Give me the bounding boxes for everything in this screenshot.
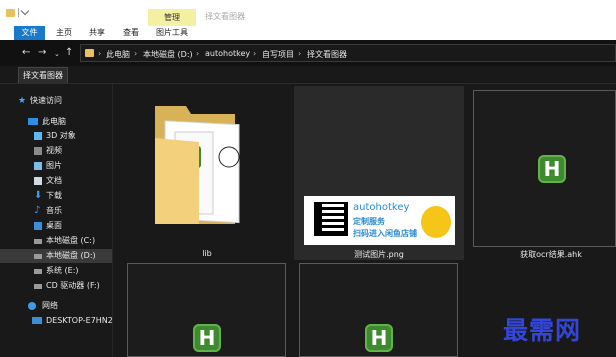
thumbnail-text: autohotkey (353, 202, 410, 213)
nav-item-drive-c[interactable]: 本地磁盘 (C:) (34, 234, 96, 248)
context-group-manage[interactable]: 管理 (148, 9, 196, 26)
chevron-right-icon[interactable]: › (298, 49, 301, 58)
star-icon: ★ (18, 96, 27, 106)
forward-arrow-icon[interactable]: → (38, 48, 46, 58)
download-icon: ⬇ (34, 190, 43, 201)
nav-item-documents[interactable]: 文档 (34, 174, 62, 188)
cd-icon (34, 284, 42, 289)
ribbon-tabs: 文件 主页 共享 查看 图片工具 (0, 26, 616, 41)
nav-item-label: 本地磁盘 (D:) (46, 251, 96, 260)
chevron-right-icon[interactable]: › (196, 49, 199, 58)
network-icon (28, 302, 36, 310)
nav-item-label: DESKTOP-E7HN2I (46, 316, 116, 325)
nav-item-desktop[interactable]: 桌面 (34, 219, 62, 233)
music-icon: ♪ (34, 205, 41, 216)
back-arrow-icon[interactable]: ← (22, 48, 30, 58)
nav-item-videos[interactable]: 视频 (34, 144, 62, 158)
chevron-right-icon[interactable]: › (134, 49, 137, 58)
nav-item-label: 音乐 (46, 206, 62, 215)
pc-icon (28, 118, 38, 125)
folder-tab-strip: 择文看图器 (0, 66, 616, 84)
nav-item-label: 下载 (46, 191, 62, 200)
watermark-logo: 最需网 (503, 316, 582, 345)
file-item-script[interactable]: H (299, 263, 458, 357)
nav-item-label: 此电脑 (42, 117, 66, 126)
navigation-bar: ← → ⌄ ↑ › 此电脑 › 本地磁盘 (D:) › autohotkey ›… (0, 40, 616, 66)
thumbnail-text: 扫码进入闲鱼店铺 (353, 229, 417, 238)
tab-picture-tools[interactable]: 图片工具 (152, 26, 192, 40)
chevron-right-icon[interactable]: › (98, 49, 101, 58)
duck-mascot-image (421, 206, 451, 238)
nav-item-music[interactable]: ♪ 音乐 (34, 204, 62, 218)
nav-item-label: CD 驱动器 (F:) (46, 281, 100, 290)
nav-item-cd-drive[interactable]: CD 驱动器 (F:) (34, 279, 100, 293)
nav-item-label: 视频 (46, 146, 62, 155)
nav-item-label: 网络 (42, 301, 58, 310)
document-icon (34, 177, 42, 185)
nav-item-label: 系统 (E:) (46, 266, 79, 275)
nav-item-label: 桌面 (46, 221, 62, 230)
folder-icon[interactable] (6, 8, 15, 17)
file-name: lib (202, 249, 212, 258)
nav-item-this-pc[interactable]: 此电脑 (28, 115, 66, 129)
desktop-icon (34, 222, 42, 230)
breadcrumb-own-projects[interactable]: 自写项目 (262, 49, 294, 60)
navigation-pane: ★ 快速访问 此电脑 3D 对象 视频 图片 文档 ⬇ 下载 ♪ 音乐 桌面 本… (0, 84, 116, 357)
tab-share[interactable]: 共享 (84, 26, 110, 40)
drive-icon (34, 269, 42, 274)
image-thumbnail: autohotkey 定制服务 扫码进入闲鱼店铺 (304, 196, 455, 245)
nav-item-3d-objects[interactable]: 3D 对象 (34, 129, 76, 143)
nav-item-label: 文档 (46, 176, 62, 185)
tab-file[interactable]: 文件 (14, 26, 45, 40)
computer-icon (32, 317, 42, 324)
qr-code-image (314, 202, 348, 236)
nav-item-desktop-pc[interactable]: DESKTOP-E7HN2I (32, 314, 116, 328)
nav-item-quick-access[interactable]: ★ 快速访问 (18, 94, 62, 108)
thumbnail-text: 定制服务 (353, 217, 385, 226)
nav-item-pictures[interactable]: 图片 (34, 159, 62, 173)
nav-item-drive-e[interactable]: 系统 (E:) (34, 264, 79, 278)
nav-item-label: 快速访问 (30, 96, 62, 105)
cube-icon (34, 132, 42, 140)
title-bar: 管理 择文看图器 (0, 0, 616, 26)
breadcrumb-autohotkey[interactable]: autohotkey (205, 49, 250, 58)
video-icon (34, 147, 42, 155)
nav-item-label: 图片 (46, 161, 62, 170)
file-item-script[interactable]: H (127, 263, 286, 357)
address-bar[interactable]: › 此电脑 › 本地磁盘 (D:) › autohotkey › 自写项目 › … (80, 44, 616, 62)
chevron-right-icon[interactable]: › (253, 49, 256, 58)
tab-current-folder[interactable]: 择文看图器 (18, 67, 68, 83)
nav-item-label: 3D 对象 (46, 131, 76, 140)
autohotkey-file-icon: H (538, 155, 566, 183)
tab-home[interactable]: 主页 (51, 26, 77, 40)
drive-icon (34, 254, 42, 259)
nav-item-downloads[interactable]: ⬇ 下载 (34, 189, 62, 203)
autohotkey-file-icon: H (193, 324, 221, 352)
tab-view[interactable]: 查看 (118, 26, 144, 40)
chevron-down-icon[interactable] (20, 6, 30, 16)
up-arrow-icon[interactable]: ↑ (65, 48, 73, 58)
file-name: 获取ocr结果.ahk (520, 250, 582, 259)
file-name: 测试图片.png (354, 250, 404, 259)
file-item-ocr-script[interactable]: H (473, 90, 616, 247)
divider (18, 8, 19, 17)
nav-item-label: 本地磁盘 (C:) (46, 236, 96, 245)
autohotkey-file-icon: H (365, 324, 393, 352)
breadcrumb-drive-d[interactable]: 本地磁盘 (D:) (143, 49, 193, 60)
breadcrumb-this-pc[interactable]: 此电脑 (106, 49, 130, 60)
nav-item-drive-d[interactable]: 本地磁盘 (D:) (0, 249, 112, 263)
nav-item-network[interactable]: 网络 (28, 299, 58, 313)
picture-icon (34, 162, 42, 170)
quick-access-toolbar (6, 6, 30, 17)
breadcrumb-current-folder[interactable]: 择文看图器 (307, 49, 347, 60)
folder-icon (85, 49, 94, 57)
folder-icon: H (155, 106, 240, 224)
window-title: 择文看图器 (205, 12, 245, 21)
drive-icon (34, 239, 42, 244)
recent-dropdown-icon[interactable]: ⌄ (54, 49, 60, 59)
